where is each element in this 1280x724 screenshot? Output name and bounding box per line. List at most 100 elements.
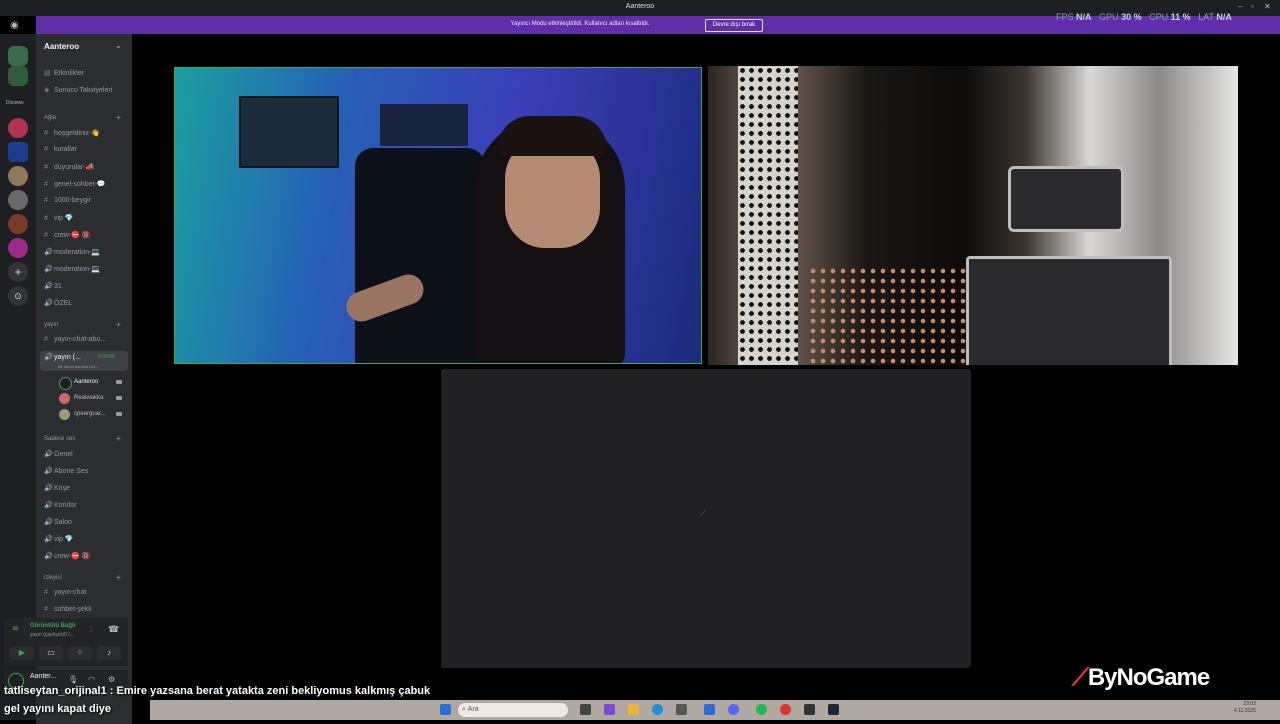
server-icon[interactable] xyxy=(8,214,28,234)
voice-channel-item[interactable]: 🔊Köşe xyxy=(44,484,70,492)
voice-user[interactable]: Aanteroo xyxy=(74,379,98,385)
voice-channel-sub[interactable]: yayın (çaylıyor)0 /... xyxy=(30,632,74,638)
wall-frame xyxy=(380,104,468,146)
gpu-label: GPU xyxy=(1099,12,1119,22)
video-tile-loading[interactable] xyxy=(441,369,971,668)
voice-user[interactable]: Realwakka xyxy=(74,395,103,401)
window-title: Aanteroo xyxy=(625,3,655,10)
voice-channel-item[interactable]: 🔊vip 💎 xyxy=(44,535,74,543)
active-voice-label: 🔊yayın (... xyxy=(44,354,81,361)
task-view-icon[interactable] xyxy=(580,704,591,715)
obs-icon[interactable] xyxy=(804,704,815,715)
channel-item[interactable]: # genel-sohbet-💬 xyxy=(44,180,106,188)
category-agla[interactable]: Ağla xyxy=(44,115,56,121)
screen-share-button[interactable]: ▭ xyxy=(39,646,63,660)
channel-item[interactable]: # sohbet-şekli xyxy=(44,606,91,613)
channel-item[interactable]: # crew-⛔ 🔞 xyxy=(44,231,91,239)
server-icon[interactable] xyxy=(8,166,28,186)
voice-user[interactable]: spearguar... xyxy=(74,411,106,417)
voice-channel-item[interactable]: 🔊Koridor xyxy=(44,501,77,509)
hair xyxy=(497,116,607,156)
file-explorer-icon[interactable] xyxy=(628,704,639,715)
channel-item[interactable]: # hoşgeldiniz-👋 xyxy=(44,129,100,137)
server-icon[interactable] xyxy=(8,46,28,66)
explore-icon[interactable]: ⊙ xyxy=(8,286,28,306)
user-name[interactable]: Aanter... xyxy=(30,673,56,680)
channel-item[interactable]: # duyurular-📣 xyxy=(44,163,94,171)
disconnect-icon[interactable]: ☎ xyxy=(108,624,119,635)
add-channel-icon[interactable]: + xyxy=(116,113,121,122)
store-icon[interactable] xyxy=(676,704,687,715)
chevron-down-icon[interactable]: ⌄ xyxy=(115,41,122,50)
steam-icon[interactable] xyxy=(828,704,839,715)
add-channel-icon[interactable]: + xyxy=(116,320,121,329)
object-bottom xyxy=(966,256,1172,365)
boosts-item[interactable]: ◈ Sunucu Takviyeleri xyxy=(44,86,112,94)
voice-channel-item[interactable]: 🔊Genel xyxy=(44,450,73,458)
object-top xyxy=(1008,166,1124,232)
server-icon[interactable] xyxy=(8,118,28,138)
channel-item[interactable]: #1000-beygir xyxy=(44,197,91,204)
spotify-icon[interactable] xyxy=(756,704,767,715)
search-placeholder: Ara xyxy=(467,706,479,713)
channel-item[interactable]: 🔊ÖZEL xyxy=(44,299,72,307)
server-icon[interactable] xyxy=(8,238,28,258)
voice-channel-item[interactable]: 🔊Abone Ses xyxy=(44,467,88,475)
stream-chat-line: gel yayını kapat diye xyxy=(4,703,111,715)
channel-item[interactable]: 🔊moderation-💻 xyxy=(44,248,100,256)
taskbar-clock[interactable]: 23:03 4.11.2025 xyxy=(1234,701,1256,715)
boost-icon: ◈ xyxy=(44,87,50,94)
guild-name[interactable]: Aanteroo xyxy=(44,42,79,51)
events-item[interactable]: ▤ Etkinlikler xyxy=(44,69,84,77)
add-server-icon[interactable]: + xyxy=(8,262,28,282)
category-yayin[interactable]: yayın xyxy=(44,322,58,328)
app-icon[interactable] xyxy=(780,704,791,715)
maximize-icon[interactable]: ▫ xyxy=(1251,2,1254,11)
start-icon[interactable] xyxy=(440,704,451,715)
close-icon[interactable]: ✕ xyxy=(1264,2,1271,11)
add-channel-icon[interactable]: + xyxy=(116,573,121,582)
voice-status-label[interactable]: Görüntülü Bağlı xyxy=(30,623,75,629)
channel-item[interactable]: 🔊31 xyxy=(44,282,62,290)
channel-item[interactable]: 🔊moderation-💻 xyxy=(44,265,100,273)
microphone-icon[interactable]: 🎙 xyxy=(68,675,78,684)
voice-channel-item[interactable]: 🔊Salon xyxy=(44,518,72,526)
noise-suppression-icon[interactable]: ⫶ xyxy=(90,625,92,635)
channel-item[interactable]: # yayın-chat-abo... xyxy=(44,336,106,343)
screen-share-icon: ▭ xyxy=(47,648,55,657)
voice-status: Bir kanal durumu bel... xyxy=(58,364,99,369)
avatar xyxy=(59,393,70,404)
discord-logo-icon[interactable]: ◉ xyxy=(10,20,26,32)
video-tile-participant[interactable] xyxy=(708,66,1238,365)
headphones-icon[interactable]: ◠ xyxy=(88,675,95,684)
minimize-icon[interactable]: – xyxy=(1238,2,1242,11)
server-icon[interactable] xyxy=(8,190,28,210)
server-icon[interactable] xyxy=(8,142,28,162)
lat-label: LAT xyxy=(1198,12,1214,22)
discord-icon[interactable] xyxy=(728,704,739,715)
video-tile-streamer[interactable] xyxy=(174,67,702,364)
lat-value: N/A xyxy=(1216,12,1232,22)
watermark-mark-icon: ⟋ xyxy=(1072,664,1089,691)
add-channel-icon[interactable]: + xyxy=(116,434,121,443)
app-icon[interactable] xyxy=(704,704,715,715)
voice-channel-item[interactable]: 🔊crew-⛔ 🔞 xyxy=(44,552,91,560)
channel-item[interactable]: # kurallar xyxy=(44,146,77,153)
camera-button[interactable]: ▶ xyxy=(10,646,34,660)
gaming-chair xyxy=(355,148,485,363)
app-icon[interactable] xyxy=(604,704,615,715)
activities-button[interactable]: ⁘ xyxy=(68,646,92,660)
category-sadece-ses[interactable]: Sadece ses xyxy=(44,436,75,442)
signal-icon: ≋ xyxy=(12,624,19,633)
channel-item[interactable]: # yayın-chat xyxy=(44,589,86,596)
channel-item[interactable]: # vip 💎 xyxy=(44,214,74,222)
server-icon[interactable] xyxy=(8,66,28,86)
gear-icon[interactable]: ⚙ xyxy=(108,675,115,684)
category-izleyici[interactable]: izleyici xyxy=(44,575,62,581)
disable-streamer-mode-button[interactable]: Devre dışı bırak xyxy=(705,19,763,32)
camera-icon xyxy=(116,412,122,416)
edge-icon[interactable] xyxy=(652,704,663,715)
soundboard-button[interactable]: ♪ xyxy=(97,646,121,660)
taskbar-search[interactable]: ⌕ Ara xyxy=(458,703,568,717)
watermark-logo: ⟋ByNoGame xyxy=(1072,664,1210,691)
